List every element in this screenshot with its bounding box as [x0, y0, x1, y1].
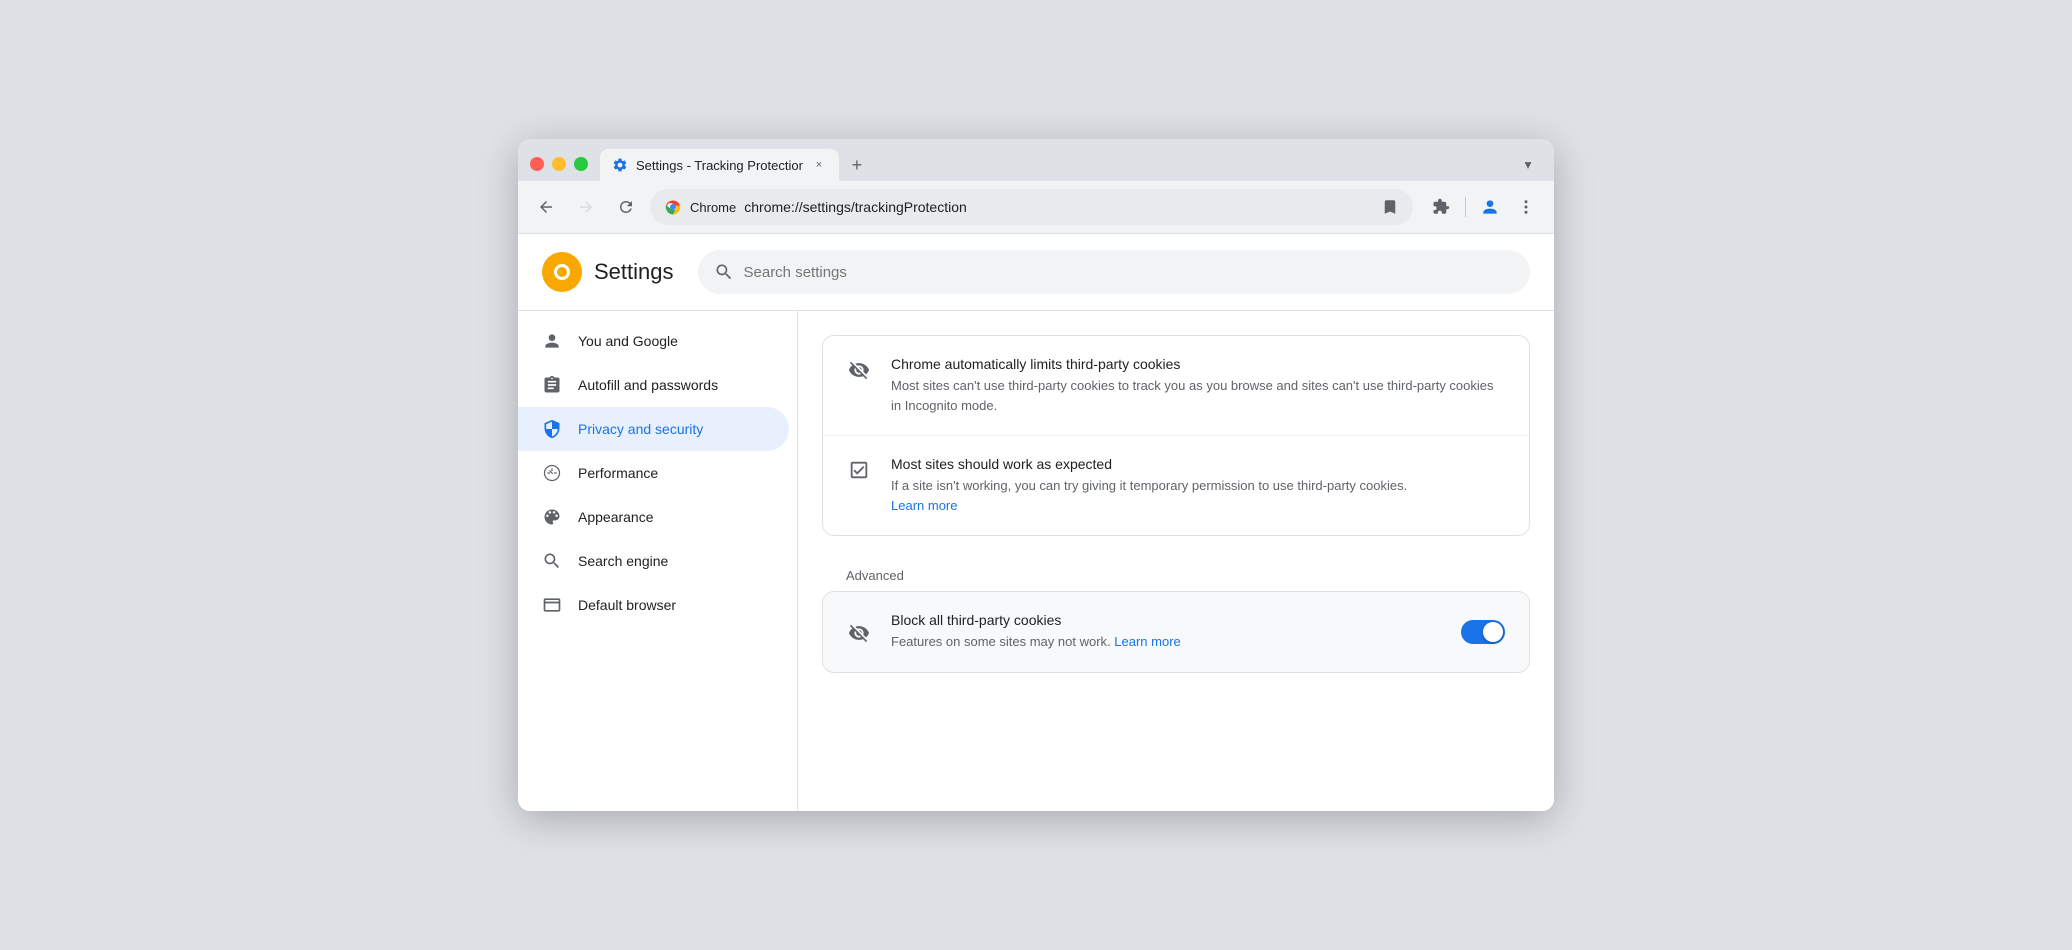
profile-button[interactable] — [1474, 191, 1506, 223]
navigation-bar: Chrome chrome://settings/trackingProtect… — [518, 181, 1554, 234]
eye-off-icon — [847, 358, 871, 382]
search-bar[interactable] — [698, 250, 1531, 294]
sidebar: You and Google Autofill and passwords Pr… — [518, 311, 798, 811]
sidebar-item-label: Default browser — [578, 597, 676, 613]
sidebar-item-you-and-google[interactable]: You and Google — [518, 319, 789, 363]
sidebar-item-label: Privacy and security — [578, 421, 703, 437]
clipboard-icon — [542, 375, 562, 395]
block-all-learn-more-link[interactable]: Learn more — [1114, 634, 1180, 649]
maximize-window-button[interactable] — [574, 157, 588, 171]
tab-title: Settings - Tracking Protectior — [636, 158, 803, 173]
active-tab[interactable]: Settings - Tracking Protectior × — [600, 149, 839, 181]
person-icon — [542, 331, 562, 351]
settings-header: Settings — [518, 234, 1554, 311]
bookmark-icon[interactable] — [1381, 198, 1399, 216]
sites-work-desc: If a site isn't working, you can try giv… — [891, 476, 1505, 515]
sidebar-item-label: Appearance — [578, 509, 654, 525]
block-cookies-icon — [847, 621, 871, 645]
sidebar-item-autofill[interactable]: Autofill and passwords — [518, 363, 789, 407]
address-bar[interactable]: Chrome chrome://settings/trackingProtect… — [650, 189, 1413, 225]
chrome-settings-icon — [542, 252, 582, 292]
search-input[interactable] — [744, 264, 1515, 281]
chrome-logo-icon — [664, 198, 682, 216]
advanced-section: Block all third-party cookies Features o… — [822, 591, 1530, 673]
sidebar-item-appearance[interactable]: Appearance — [518, 495, 789, 539]
tab-settings-icon — [612, 157, 628, 173]
toggle-thumb — [1483, 622, 1503, 642]
learn-more-link[interactable]: Learn more — [891, 498, 957, 513]
new-tab-button[interactable]: + — [843, 151, 871, 179]
block-all-title: Block all third-party cookies — [891, 612, 1441, 628]
limit-cookies-text: Chrome automatically limits third-party … — [891, 356, 1505, 415]
toolbar-icons — [1425, 191, 1542, 223]
sites-work-title: Most sites should work as expected — [891, 456, 1505, 472]
sidebar-item-default-browser[interactable]: Default browser — [518, 583, 789, 627]
settings-title: Settings — [594, 259, 674, 285]
reload-button[interactable] — [610, 191, 642, 223]
browser-window: Settings - Tracking Protectior × + ▾ — [518, 139, 1554, 811]
limit-cookies-desc: Most sites can't use third-party cookies… — [891, 376, 1505, 415]
sidebar-item-search-engine[interactable]: Search engine — [518, 539, 789, 583]
chrome-label: Chrome — [690, 200, 736, 215]
tracking-protection-card: Chrome automatically limits third-party … — [822, 335, 1530, 536]
gauge-icon — [542, 463, 562, 483]
title-bar: Settings - Tracking Protectior × + ▾ — [518, 139, 1554, 181]
limit-cookies-item: Chrome automatically limits third-party … — [823, 336, 1529, 436]
window-controls — [530, 157, 588, 181]
browser-icon — [542, 595, 562, 615]
limit-cookies-title: Chrome automatically limits third-party … — [891, 356, 1505, 372]
tab-dropdown-button[interactable]: ▾ — [1514, 151, 1542, 179]
address-url[interactable]: chrome://settings/trackingProtection — [744, 199, 1373, 215]
shield-icon — [542, 419, 562, 439]
sites-work-text: Most sites should work as expected If a … — [891, 456, 1505, 515]
search-icon — [714, 262, 734, 282]
advanced-label: Advanced — [822, 552, 1530, 591]
close-window-button[interactable] — [530, 157, 544, 171]
search-sidebar-icon — [542, 551, 562, 571]
sidebar-item-label: Autofill and passwords — [578, 377, 718, 393]
sidebar-item-performance[interactable]: Performance — [518, 451, 789, 495]
extensions-button[interactable] — [1425, 191, 1457, 223]
sidebar-item-label: Search engine — [578, 553, 668, 569]
settings-logo: Settings — [542, 252, 674, 292]
checkbox-icon — [847, 458, 871, 482]
sidebar-item-label: You and Google — [578, 333, 678, 349]
block-all-desc: Features on some sites may not work. Lea… — [891, 632, 1441, 652]
block-all-item: Block all third-party cookies Features o… — [823, 592, 1529, 672]
minimize-window-button[interactable] — [552, 157, 566, 171]
tab-close-button[interactable]: × — [811, 157, 827, 173]
block-all-toggle[interactable] — [1461, 620, 1505, 644]
settings-body: You and Google Autofill and passwords Pr… — [518, 311, 1554, 811]
palette-icon — [542, 507, 562, 527]
sidebar-item-label: Performance — [578, 465, 658, 481]
forward-button[interactable] — [570, 191, 602, 223]
toolbar-divider — [1465, 197, 1466, 217]
back-button[interactable] — [530, 191, 562, 223]
block-all-text: Block all third-party cookies Features o… — [891, 612, 1441, 652]
sites-work-item: Most sites should work as expected If a … — [823, 436, 1529, 535]
main-content: Chrome automatically limits third-party … — [798, 311, 1554, 811]
sidebar-item-privacy[interactable]: Privacy and security — [518, 407, 789, 451]
more-menu-button[interactable] — [1510, 191, 1542, 223]
